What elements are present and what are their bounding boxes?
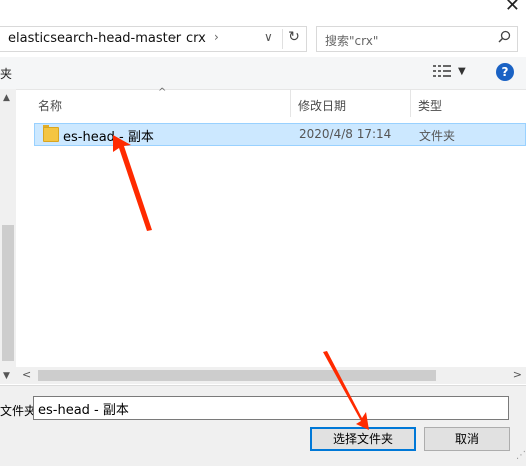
file-type: 文件夹 [419, 129, 456, 143]
toolbar: 夹 ▼ ? [0, 57, 526, 90]
resize-grip-icon[interactable]: ⋰ [510, 450, 526, 466]
scroll-up-icon[interactable]: ▲ [3, 93, 10, 103]
scrollbar-thumb[interactable] [38, 370, 436, 381]
search-placeholder: 搜索"crx" [325, 34, 379, 48]
search-input[interactable]: 搜索"crx" [316, 26, 518, 52]
chevron-right-icon[interactable]: › [214, 30, 219, 44]
scroll-down-icon[interactable]: ▼ [3, 371, 10, 381]
address-bar[interactable]: elasticsearch-head-master › crx › ∨ ↻ [0, 26, 307, 52]
folder-name-input[interactable] [33, 396, 509, 420]
annotation-arrow-row [113, 135, 152, 231]
breadcrumb-item[interactable]: crx [186, 31, 206, 46]
column-divider[interactable] [410, 89, 411, 117]
file-name: es-head - 副本 [63, 130, 154, 145]
folder-icon [43, 127, 59, 142]
view-details-icon[interactable] [433, 64, 451, 82]
scroll-left-icon[interactable]: < [22, 368, 31, 381]
column-headers: ^ 名称 修改日期 类型 [32, 87, 526, 117]
file-date: 2020/4/8 17:14 [299, 127, 392, 141]
help-icon[interactable]: ? [496, 63, 514, 81]
scrollbar-thumb[interactable] [2, 225, 14, 361]
search-icon[interactable] [498, 30, 511, 47]
table-row[interactable]: es-head - 副本 2020/4/8 17:14 文件夹 [34, 123, 526, 146]
nav-pane-scrollbar[interactable]: ▲ ▼ [0, 89, 16, 384]
column-header-date[interactable]: 修改日期 [298, 97, 346, 114]
column-header-name[interactable]: 名称 [38, 97, 62, 114]
close-window-icon[interactable]: ✕ [505, 0, 520, 16]
dialog-footer: 文件夹: 选择文件夹 取消 ⋰ [0, 385, 526, 466]
column-header-type[interactable]: 类型 [418, 97, 442, 114]
refresh-icon[interactable]: ↻ [282, 29, 305, 49]
chevron-right-icon[interactable]: › [172, 30, 177, 44]
chevron-down-icon[interactable]: ∨ [264, 30, 273, 44]
sort-ascending-icon: ^ [158, 87, 167, 98]
breadcrumb-item[interactable]: elasticsearch-head-master [8, 31, 181, 46]
scroll-right-icon[interactable]: > [513, 368, 522, 381]
view-dropdown-icon[interactable]: ▼ [458, 66, 466, 77]
select-folder-button[interactable]: 选择文件夹 [310, 427, 416, 451]
cancel-button[interactable]: 取消 [424, 427, 510, 451]
new-folder-button[interactable]: 夹 [0, 65, 12, 82]
horizontal-scrollbar[interactable]: < > [16, 367, 526, 384]
column-divider[interactable] [290, 89, 291, 117]
